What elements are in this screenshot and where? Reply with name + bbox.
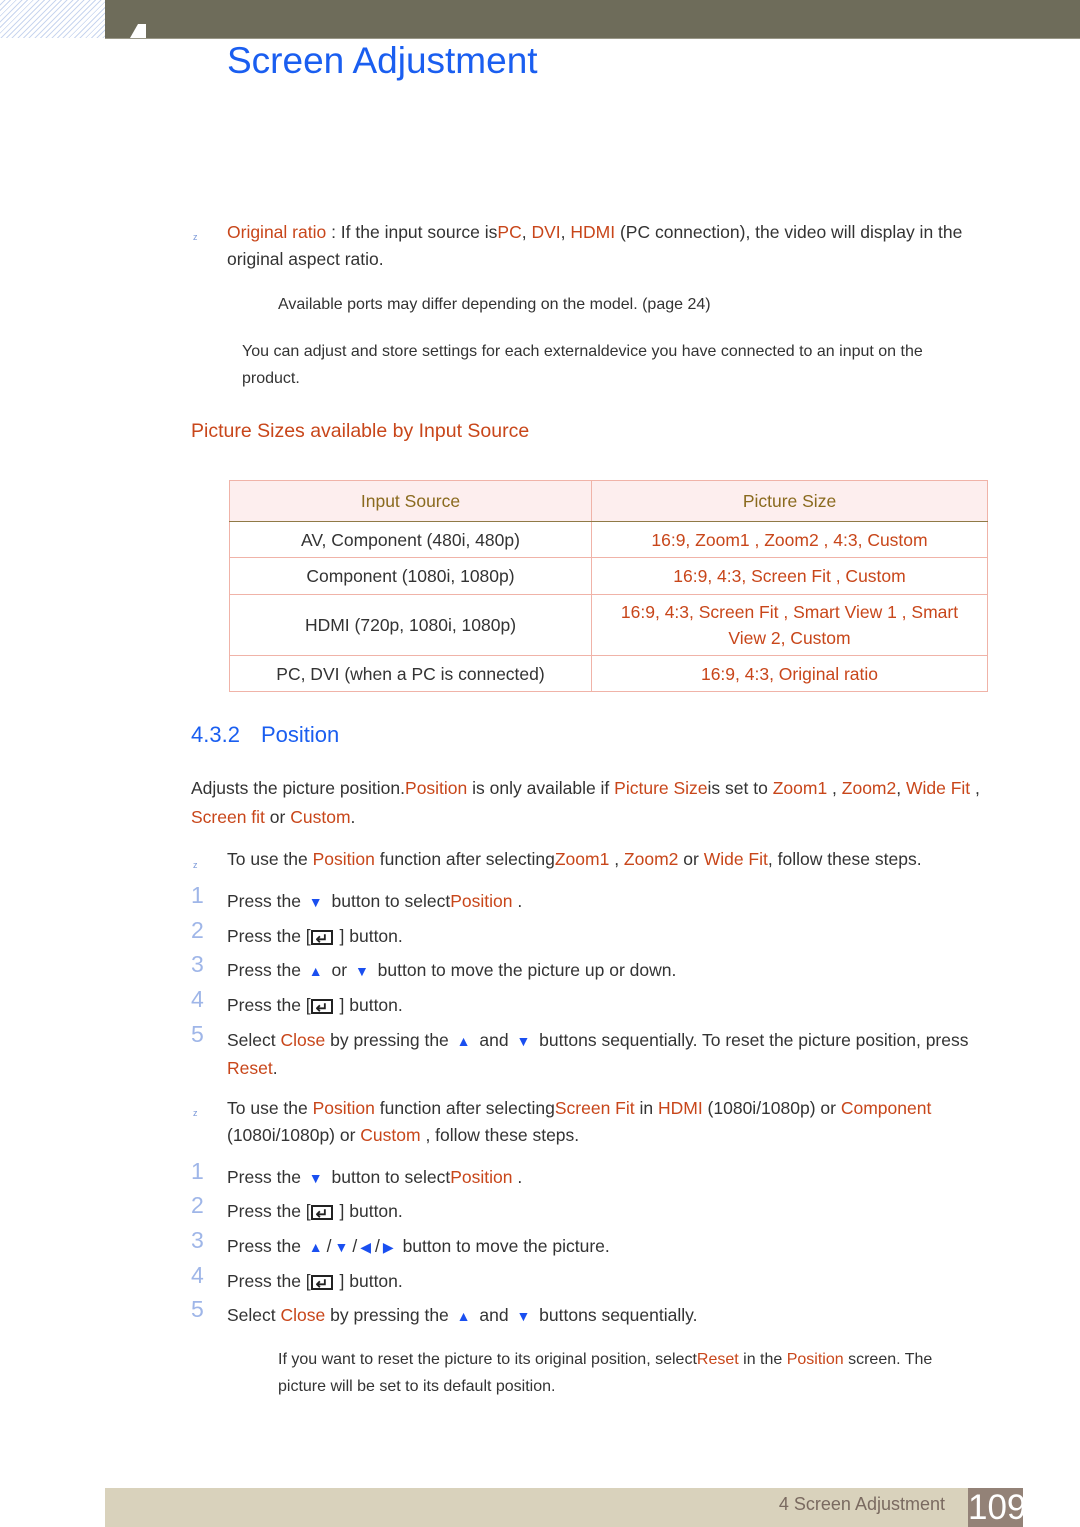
- footer-chapter-label: 4 Screen Adjustment: [778, 1494, 945, 1514]
- header-notch-decoration: [130, 24, 138, 38]
- picture-size-table: Input Source Picture Size AV, Component …: [229, 480, 988, 692]
- header-notch-decoration: [138, 24, 146, 38]
- position-description: Adjusts the picture position.Position is…: [191, 778, 980, 827]
- enter-button-icon: [310, 995, 333, 1022]
- ports-note: Available ports may differ depending on …: [278, 296, 711, 313]
- store-settings-note: You can adjust and store settings for ea…: [242, 343, 923, 387]
- column-header-input-source: Input Source: [229, 480, 592, 522]
- step-number: 3: [191, 951, 204, 977]
- step-number: 1: [191, 1158, 204, 1184]
- step-number: 4: [191, 1262, 204, 1288]
- table-row: PC, DVI (when a PC is connected) 16:9, 4…: [229, 655, 988, 692]
- step-number: 4: [191, 986, 204, 1012]
- enter-button-icon: [310, 926, 333, 953]
- up-arrow-icon: ▲: [308, 1239, 323, 1255]
- chapter-title: Screen Adjustment: [227, 40, 538, 81]
- step-number: 5: [191, 1021, 204, 1047]
- table-heading: Picture Sizes available by Input Source: [191, 420, 530, 442]
- cell-picture-size: 16:9, 4:3, Screen Fit , Custom: [591, 557, 988, 595]
- step-number: 3: [191, 1227, 204, 1253]
- down-arrow-icon: ▼: [516, 1308, 531, 1324]
- left-arrow-icon: ◀: [360, 1239, 372, 1255]
- up-arrow-icon: ▲: [456, 1033, 471, 1049]
- step-number: 1: [191, 882, 204, 908]
- cell-input-source: PC, DVI (when a PC is connected): [229, 655, 592, 692]
- step-number: 2: [191, 1192, 204, 1218]
- page-number: 109: [968, 1488, 1027, 1527]
- header-hatch-decoration: [0, 0, 105, 38]
- table-row: AV, Component (480i, 480p) 16:9, Zoom1 ,…: [229, 521, 988, 558]
- down-arrow-icon: ▼: [308, 1170, 323, 1186]
- bullet-icon: z: [193, 232, 198, 242]
- cell-input-source: HDMI (720p, 1080i, 1080p): [229, 594, 592, 656]
- cell-input-source: AV, Component (480i, 480p): [229, 521, 592, 558]
- up-arrow-icon: ▲: [456, 1308, 471, 1324]
- header-bar: [105, 0, 1080, 39]
- original-ratio-paragraph: Original ratio : If the input source isP…: [227, 222, 963, 269]
- table-row: HDMI (720p, 1080i, 1080p) 16:9, 4:3, Scr…: [229, 594, 988, 656]
- section-title: Position: [261, 722, 340, 747]
- down-arrow-icon: ▼: [516, 1033, 531, 1049]
- cell-picture-size: 16:9, 4:3, Original ratio: [591, 655, 988, 692]
- enter-button-icon: [310, 1271, 333, 1298]
- table-header-row: Input Source Picture Size: [229, 480, 988, 522]
- right-arrow-icon: ▶: [382, 1239, 394, 1255]
- bullet-icon: z: [193, 860, 198, 870]
- cell-picture-size: 16:9, 4:3, Screen Fit , Smart View 1 , S…: [591, 594, 988, 656]
- down-arrow-icon: ▼: [308, 894, 323, 910]
- enter-button-icon: [310, 1201, 333, 1228]
- term-original-ratio: Original ratio: [227, 222, 327, 242]
- step-number: 2: [191, 917, 204, 943]
- up-arrow-icon: ▲: [308, 963, 323, 979]
- section-heading-position: 4.3.2 Position: [191, 722, 339, 748]
- down-arrow-icon: ▼: [354, 963, 369, 979]
- step-number: 5: [191, 1296, 204, 1322]
- column-header-picture-size: Picture Size: [591, 480, 988, 522]
- cell-picture-size: 16:9, Zoom1 , Zoom2 , 4:3, Custom: [591, 521, 988, 558]
- table-row: Component (1080i, 1080p) 16:9, 4:3, Scre…: [229, 557, 988, 595]
- cell-input-source: Component (1080i, 1080p): [229, 557, 592, 595]
- down-arrow-icon: ▼: [334, 1239, 349, 1255]
- reset-note: If you want to reset the picture to its …: [278, 1351, 933, 1395]
- group1-intro: To use the Position function after selec…: [227, 849, 922, 869]
- bullet-icon: z: [193, 1108, 198, 1118]
- section-number: 4.3.2: [191, 722, 240, 747]
- group2-intro: To use the Position function after selec…: [227, 1098, 932, 1145]
